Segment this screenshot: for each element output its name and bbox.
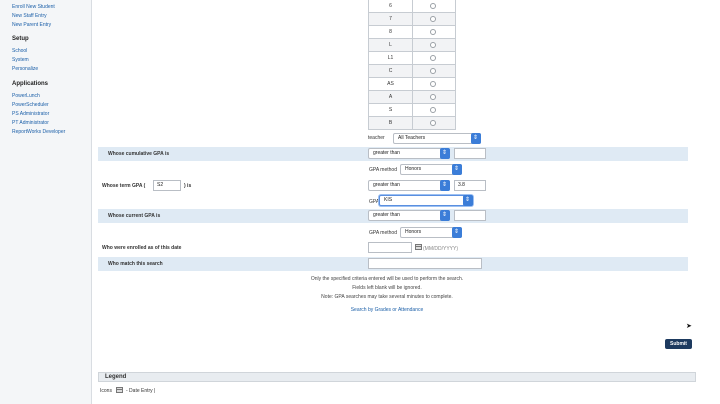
grade-label: 7: [369, 13, 413, 25]
cumulative-gpa-method-value: Honors: [405, 166, 422, 172]
teacher-select[interactable]: All Teachers: [393, 133, 481, 144]
term-gpa-label-after: ) is: [184, 183, 192, 189]
grade-row: L1: [368, 52, 456, 65]
sidebar-link-ps-administrator[interactable]: PS Administrator: [12, 111, 49, 117]
blank-fields-note: Fields left blank will be ignored.: [352, 285, 422, 291]
grade-label: L: [369, 39, 413, 51]
term-gpa-comparator-value: greater than: [373, 182, 400, 188]
cumulative-gpa-label: Whose cumulative GPA is: [108, 151, 170, 157]
sidebar-heading-applications: Applications: [12, 81, 49, 87]
grade-label: C: [369, 65, 413, 77]
current-gpa-method-label: GPA method: [369, 230, 397, 236]
match-search-input[interactable]: [368, 258, 482, 269]
grade-row: C: [368, 65, 456, 78]
grade-label: AS: [369, 78, 413, 90]
grade-row: B: [368, 117, 456, 130]
sidebar-link-new-parent-entry[interactable]: New Parent Entry: [12, 22, 51, 28]
grade-radio[interactable]: [430, 68, 436, 74]
grade-row: AS: [368, 78, 456, 91]
current-gpa-method-select[interactable]: Honors: [400, 227, 462, 238]
current-gpa-band: Whose current GPA is greater than: [98, 209, 688, 223]
calendar-icon: [116, 387, 123, 393]
current-gpa-comparator-select[interactable]: greater than: [368, 210, 450, 221]
cumulative-gpa-method-select[interactable]: Honors: [400, 164, 462, 175]
cumulative-gpa-comparator-value: greater than: [373, 150, 400, 156]
gpa-duration-note: Note: GPA searches may take several minu…: [321, 294, 453, 300]
grade-radio[interactable]: [430, 55, 436, 61]
chevron-updown-icon: [440, 180, 450, 191]
main-content: 6 7 8 L L1 C AS A S B teacher All Teache…: [92, 0, 720, 404]
cumulative-gpa-method-label: GPA method: [369, 167, 397, 173]
grade-row: 8: [368, 26, 456, 39]
chevron-updown-icon: [463, 195, 473, 206]
sidebar-heading-setup: Setup: [12, 36, 29, 42]
grade-label: 8: [369, 26, 413, 38]
term-gpa-comparator-select[interactable]: greater than: [368, 180, 450, 191]
grade-row: 6: [368, 0, 456, 13]
enrolled-date-format-hint: (MM/DD/YYYY): [423, 246, 458, 252]
grade-row: L: [368, 39, 456, 52]
current-gpa-method-value: Honors: [405, 229, 422, 235]
criteria-note: Only the specified criteria entered will…: [310, 276, 464, 282]
grade-radio[interactable]: [430, 120, 436, 126]
teacher-label: teacher: [368, 135, 385, 141]
grade-radio[interactable]: [430, 94, 436, 100]
legend-title: Legend: [105, 374, 127, 380]
mouse-cursor-icon: ➤: [686, 323, 692, 330]
chevron-updown-icon: [452, 164, 462, 175]
term-gpa-method-value: KIS: [384, 197, 393, 203]
grade-label: L1: [369, 52, 413, 64]
sidebar-link-powerlunch[interactable]: PowerLunch: [12, 93, 40, 99]
grade-radio[interactable]: [430, 3, 436, 9]
grade-label: A: [369, 91, 413, 103]
sidebar-link-new-staff-entry[interactable]: New Staff Entry: [12, 13, 47, 19]
teacher-select-value: All Teachers: [398, 135, 426, 141]
grade-label: S: [369, 104, 413, 116]
chevron-updown-icon: [440, 148, 450, 159]
legend-header: Legend: [98, 372, 696, 382]
grade-radio[interactable]: [430, 29, 436, 35]
current-gpa-label: Whose current GPA is: [108, 213, 161, 219]
sidebar-link-pt-administrator[interactable]: PT Administrator: [12, 120, 49, 126]
grade-radio[interactable]: [430, 81, 436, 87]
chevron-updown-icon: [452, 227, 462, 238]
cumulative-gpa-band: Whose cumulative GPA is greater than: [98, 147, 688, 161]
chevron-updown-icon: [440, 210, 450, 221]
term-gpa-value-input[interactable]: 3.8: [454, 180, 486, 191]
current-gpa-value-input[interactable]: [454, 210, 486, 221]
submit-button[interactable]: Submit: [665, 339, 692, 349]
grade-row: S: [368, 104, 456, 117]
sidebar-link-enroll-new-student[interactable]: Enroll New Student: [12, 4, 55, 10]
enrolled-date-input[interactable]: [368, 242, 412, 253]
cumulative-gpa-comparator-select[interactable]: greater than: [368, 148, 450, 159]
sidebar: Enroll New Student New Staff Entry New P…: [0, 0, 92, 404]
grade-row: A: [368, 91, 456, 104]
grade-row: 7: [368, 13, 456, 26]
grade-radio[interactable]: [430, 42, 436, 48]
sidebar-link-system[interactable]: System: [12, 57, 29, 63]
term-gpa-term-input[interactable]: S2: [153, 180, 181, 191]
search-by-grades-link[interactable]: Search by Grades or Attendance: [92, 307, 682, 313]
enrolled-date-label: Who were enrolled as of this date: [102, 245, 182, 251]
term-gpa-label-before: Whose term GPA (: [102, 183, 146, 189]
grade-label: 6: [369, 0, 413, 12]
current-gpa-comparator-value: greater than: [373, 212, 400, 218]
grade-radio[interactable]: [430, 16, 436, 22]
term-gpa-method-select[interactable]: KIS: [379, 195, 473, 206]
sidebar-link-personalize[interactable]: Personalize: [12, 66, 38, 72]
chevron-updown-icon: [471, 133, 481, 144]
cumulative-gpa-value-input[interactable]: [454, 148, 486, 159]
sidebar-link-reportworks-developer[interactable]: ReportWorks Developer: [12, 129, 65, 135]
calendar-icon[interactable]: [415, 244, 422, 250]
legend-icons-label: Icons: [100, 388, 112, 394]
legend-date-entry-label: - Date Entry |: [126, 388, 156, 394]
sidebar-link-powerscheduler[interactable]: PowerScheduler: [12, 102, 49, 108]
sidebar-link-school[interactable]: School: [12, 48, 27, 54]
match-search-label: Who match this search: [108, 261, 163, 267]
grade-radio[interactable]: [430, 107, 436, 113]
match-search-band: Who match this search: [98, 257, 688, 271]
grade-label: B: [369, 117, 413, 129]
